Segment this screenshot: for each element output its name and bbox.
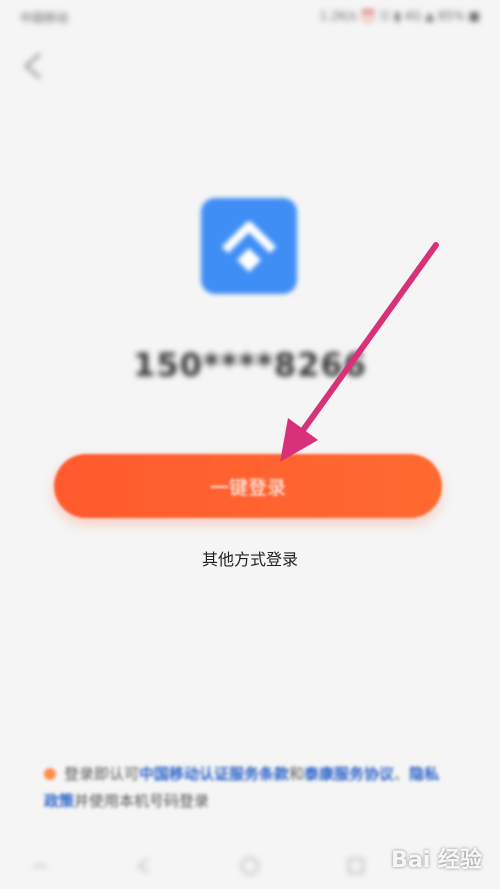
app-logo [201, 198, 297, 294]
recent-apps-icon[interactable] [346, 856, 366, 876]
taikang-logo-icon [221, 221, 277, 272]
status-bar: 中国移动 1.2K/s ⏰ ☷ ▮ 4G ▲ 85% ■ [0, 0, 500, 36]
agreement-prefix: 登录即认可 [64, 765, 140, 783]
agreement-mid: 和 [289, 765, 305, 783]
back-nav-icon[interactable] [134, 856, 154, 876]
chevron-left-icon [23, 52, 41, 80]
back-button[interactable] [14, 46, 54, 86]
status-indicators: 1.2K/s ⏰ ☷ ▮ 4G ▲ 85% ■ [319, 9, 480, 23]
home-icon[interactable] [240, 856, 260, 876]
one-click-login-button[interactable]: 一键登录 [54, 454, 442, 518]
agreement-suffix: 并使用本机号码登录 [74, 792, 210, 810]
baidu-watermark: Bai 经验 [391, 848, 482, 873]
agreement-checkbox[interactable] [44, 768, 56, 780]
one-click-login-label: 一键登录 [209, 476, 286, 499]
other-login-link[interactable]: 其他方式登录 [0, 546, 500, 570]
agreement-text: 登录即认可中国移动认证服务条款和泰康服务协议、隐私政策并使用本机号码登录 [44, 761, 444, 815]
agreement-sep: 、 [394, 765, 410, 783]
carrier-label: 中国移动 [20, 11, 69, 25]
menu-icon[interactable] [30, 856, 50, 876]
masked-phone-number: 150****8266 [133, 346, 367, 384]
cmcc-terms-link[interactable]: 中国移动认证服务条款 [139, 765, 289, 783]
taikang-agreement-link[interactable]: 泰康服务协议 [304, 765, 394, 783]
annotation-arrow [280, 242, 439, 462]
